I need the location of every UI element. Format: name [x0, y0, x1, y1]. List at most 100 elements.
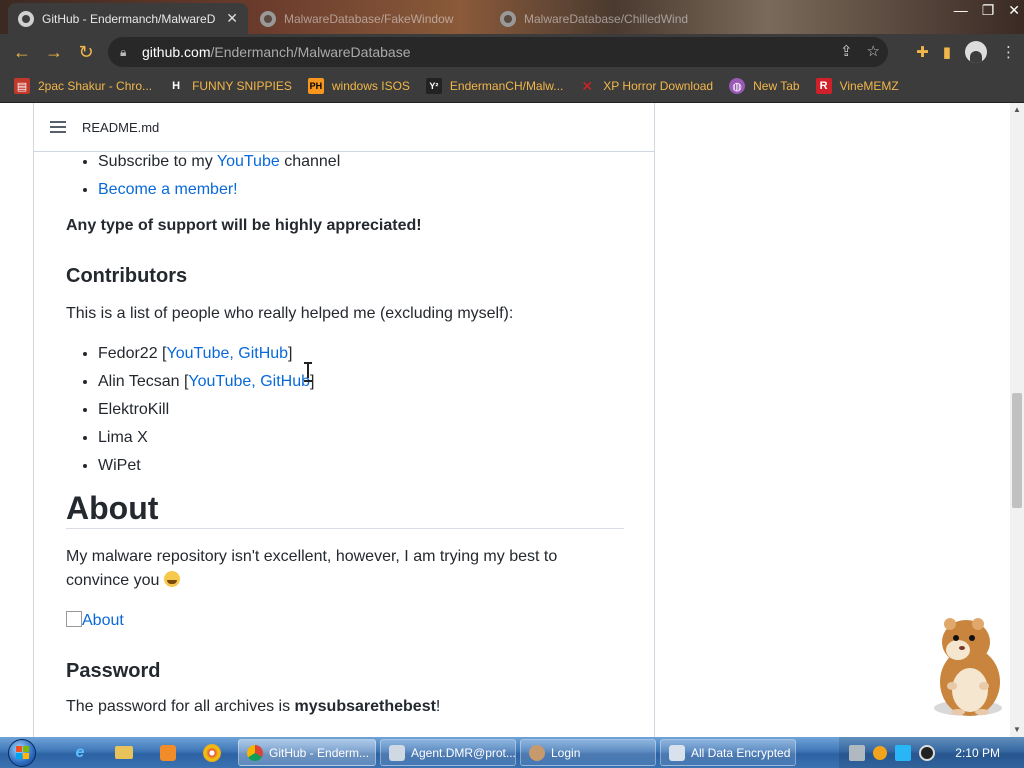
close-window-icon[interactable]: ✕ — [1008, 2, 1020, 19]
browser-toolbar: ← → ↻ 🔒︎ github.com/Endermanch/MalwareDa… — [0, 34, 1024, 70]
password-heading: Password — [66, 660, 161, 682]
password-value: mysubsarethebest — [294, 698, 436, 715]
network-monitor-icon[interactable] — [895, 744, 912, 761]
paint-palette-icon[interactable] — [190, 737, 234, 768]
support-list: Subscribe to my YouTube channel Become a… — [66, 150, 624, 202]
contributor-item: Lima X — [98, 426, 624, 450]
explorer-folder-icon[interactable] — [102, 737, 146, 768]
list-item: Become a member! — [98, 178, 624, 202]
toolbar-actions: ✚ ▮ ⋮ — [916, 36, 1016, 68]
contributor-name: Alin Tecsan — [98, 373, 180, 390]
x-icon: ✕ — [581, 77, 594, 94]
bookmark-funny-snippies[interactable]: H FUNNY SNIPPIES — [168, 78, 292, 94]
contributor-name: WiPet — [98, 457, 141, 474]
scroll-up-arrow-icon[interactable]: ▲ — [1010, 103, 1024, 117]
tab-strip: GitHub - Endermanch/MalwareD ✕ MalwareDa… — [0, 0, 1024, 34]
bookmark-label: 2pac Shakur - Chro... — [38, 79, 153, 93]
minimize-icon[interactable]: — — [954, 2, 968, 18]
about-image-link[interactable]: About — [82, 612, 124, 629]
password-label: The password for all archives is — [66, 698, 295, 715]
about-heading: About — [66, 492, 624, 529]
hamster-mascot-icon[interactable] — [920, 612, 1010, 722]
share-icon[interactable]: ⇪ — [840, 42, 853, 60]
profile-avatar-icon[interactable] — [965, 41, 987, 63]
bookmark-windows-isos[interactable]: PH windows ISOS — [307, 78, 410, 94]
tray-app-icon[interactable] — [849, 744, 866, 761]
bookmark-label: EndermanCH/Malw... — [449, 79, 564, 93]
list-toc-icon[interactable] — [50, 121, 66, 133]
contributor-item: WiPet — [98, 454, 624, 478]
maximize-icon[interactable]: ❐ — [982, 2, 995, 19]
windows-logo-icon — [8, 738, 36, 767]
readme-article: Subscribe to my YouTube channel Become a… — [66, 152, 624, 719]
address-bar[interactable]: 🔒︎ github.com/Endermanch/MalwareDatabase… — [108, 37, 888, 67]
page-content: README.md Subscribe to my YouTube channe… — [0, 103, 1010, 737]
tab-github-malwaredatabase[interactable]: GitHub - Endermanch/MalwareD ✕ — [8, 3, 248, 34]
bookmark-xp-horror[interactable]: ✕ XP Horror Download — [579, 78, 713, 94]
menu-kebab-icon[interactable]: ⋮ — [1001, 43, 1016, 61]
about-text: My malware repository isn't excellent, h… — [66, 545, 624, 593]
contributors-list: Fedor22 [YouTube, GitHub] Alin Tecsan [Y… — [66, 342, 624, 478]
list-item-text: Subscribe to my — [98, 153, 217, 170]
contributor-item: ElektroKill — [98, 398, 624, 422]
bookmark-label: XP Horror Download — [603, 79, 714, 93]
tab-chilledwind[interactable]: MalwareDatabase/ChilledWind — [490, 3, 720, 34]
list-item-text: channel — [279, 153, 341, 170]
taskbar-item-all-data-encrypted[interactable]: All Data Encrypted — [660, 739, 796, 766]
back-arrow-icon[interactable]: ← — [6, 36, 38, 68]
scroll-down-arrow-icon[interactable]: ▼ — [1010, 723, 1024, 737]
taskbar-item-label: GitHub - Enderm... — [269, 745, 370, 760]
chrome-icon — [247, 744, 263, 761]
volume-icon[interactable] — [919, 744, 936, 761]
contributor-links[interactable]: YouTube, GitHub — [166, 345, 288, 362]
tab-fakewindow[interactable]: MalwareDatabase/FakeWindow — [250, 3, 480, 34]
ph-logo-icon: PH — [307, 78, 324, 94]
text-cursor-icon — [304, 362, 312, 382]
contributor-links[interactable]: YouTube, GitHub — [188, 373, 310, 390]
start-button[interactable] — [0, 737, 44, 768]
forward-arrow-icon[interactable]: → — [38, 36, 70, 68]
support-note: Any type of support will be highly appre… — [66, 217, 422, 234]
windows-taskbar: e GitHub - Enderm... Agent.DMR@prot... L… — [0, 737, 1024, 768]
youtube-link[interactable]: YouTube — [217, 153, 280, 170]
h-logo-icon: H — [172, 80, 181, 92]
taskbar-item-chrome[interactable]: GitHub - Enderm... — [238, 739, 376, 766]
bookmark-new-tab[interactable]: ◍ New Tab — [729, 78, 800, 94]
bookmark-endermanch[interactable]: Y² EndermanCH/Malw... — [425, 78, 564, 94]
bookmark-vinememz[interactable]: R VineMEMZ — [815, 78, 899, 94]
page-scrollbar[interactable]: ▲ ▼ — [1010, 103, 1024, 737]
github-icon — [18, 10, 34, 27]
contributor-item: Alin Tecsan [YouTube, GitHub] — [98, 370, 624, 394]
taskbar-item-login[interactable]: Login — [520, 739, 656, 766]
extensions-puzzle-icon[interactable]: ✚ — [916, 43, 929, 61]
lock-icon[interactable]: 🔒︎ — [120, 45, 134, 60]
program-icon — [389, 744, 405, 761]
scrollbar-thumb[interactable] — [1012, 393, 1022, 508]
side-panel-icon[interactable]: ▮ — [943, 43, 951, 61]
bookmark-star-icon[interactable]: ☆ — [867, 42, 880, 60]
tab-title: GitHub - Endermanch/MalwareD — [42, 11, 216, 26]
bookmark-label: New Tab — [753, 79, 800, 93]
search-magnifier-icon[interactable] — [873, 745, 888, 760]
broken-image-icon — [66, 611, 82, 627]
close-tab-icon[interactable]: ✕ — [226, 10, 238, 27]
become-member-link[interactable]: Become a member! — [98, 181, 238, 198]
github-icon — [500, 10, 516, 27]
password-text: The password for all archives is mysubsa… — [66, 695, 624, 719]
taskbar-item-label: All Data Encrypted — [691, 745, 791, 760]
bookmark-2pac[interactable]: ▤ 2pac Shakur - Chro... — [14, 78, 152, 94]
window-controls: — ❐ ✕ — [954, 0, 1020, 20]
about-text-body: My malware repository isn't excellent, h… — [66, 548, 558, 589]
media-player-icon[interactable] — [146, 737, 190, 768]
taskbar-item-agent-dmr[interactable]: Agent.DMR@prot... — [380, 739, 516, 766]
screen: GitHub - Endermanch/MalwareD ✕ MalwareDa… — [0, 0, 1024, 768]
reload-icon[interactable]: ↻ — [70, 36, 102, 68]
window-icon — [669, 744, 685, 761]
contributors-heading: Contributors — [66, 265, 188, 287]
taskbar-clock[interactable]: 2:10 PM — [955, 746, 1000, 760]
about-image-placeholder: About — [66, 609, 624, 633]
omnibox-actions: ⇪ ☆ — [840, 42, 880, 60]
internet-explorer-icon[interactable]: e — [58, 737, 102, 768]
taskbar-item-label: Login — [551, 745, 581, 760]
tab-title: MalwareDatabase/ChilledWind — [524, 11, 689, 26]
